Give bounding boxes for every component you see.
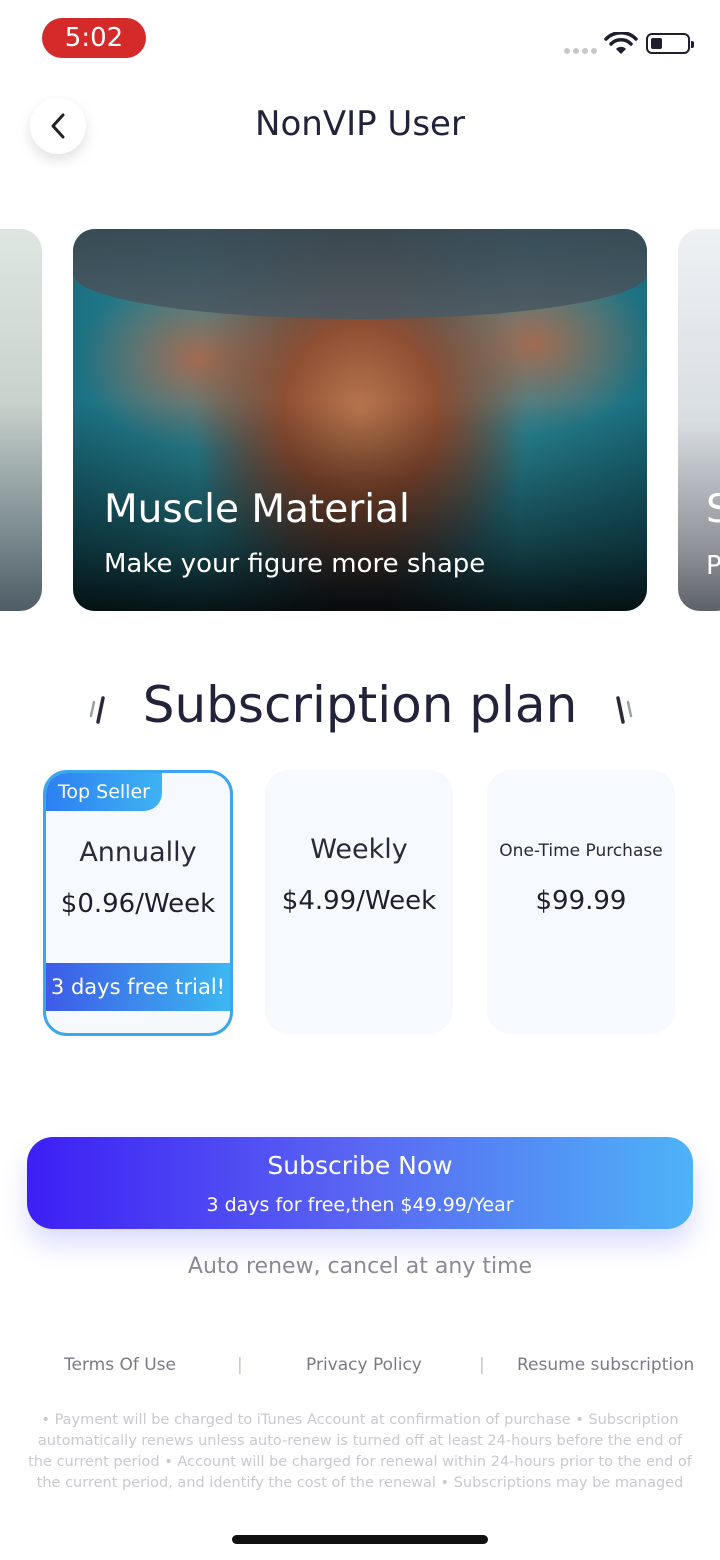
plan-price: $99.99 [535, 886, 627, 916]
plan-price: $4.99/Week [281, 886, 437, 916]
plan-name: Annually [79, 837, 197, 868]
auto-renew-note: Auto renew, cancel at any time [187, 1254, 533, 1279]
card-next-title-fragment: S [706, 487, 720, 532]
free-trial-banner: 3 days free trial! [46, 963, 230, 1011]
terms-of-use-link[interactable]: Terms Of Use [64, 1355, 176, 1375]
status-bar: 5:02 [0, 0, 720, 80]
subscribe-now-sublabel: 3 days for free,then $49.99/Year [206, 1194, 514, 1216]
resume-subscription-link[interactable]: Resume subscription [517, 1355, 694, 1375]
card-title: Muscle Material [104, 487, 410, 532]
subscribe-now-label: Subscribe Now [267, 1151, 453, 1180]
signal-dots-icon [564, 48, 597, 54]
plan-name: Weekly [310, 834, 408, 865]
plan-weekly[interactable]: Weekly $4.99/Week [265, 770, 453, 1034]
status-time: 5:02 [42, 18, 146, 58]
plan-name: One-Time Purchase [499, 841, 663, 861]
subscribe-now-button[interactable]: Subscribe Now 3 days for free,then $49.9… [27, 1137, 693, 1229]
plan-annually[interactable]: Top Seller Annually $0.96/Week 3 days fr… [43, 770, 233, 1036]
card-image-shirt [73, 229, 647, 319]
legal-disclaimer: • Payment will be charged to iTunes Acco… [28, 1412, 692, 1491]
battery-icon [646, 33, 694, 54]
plan-one-time-purchase[interactable]: One-Time Purchase $99.99 [487, 770, 675, 1034]
plan-price: $0.96/Week [60, 889, 216, 919]
carousel-card-muscle[interactable]: Muscle Material Make your figure more sh… [73, 229, 647, 611]
carousel-card-previous[interactable] [0, 229, 42, 611]
card-subtitle: Make your figure more shape [104, 549, 486, 579]
footer-links: Terms Of Use | Privacy Policy | Resume s… [0, 1355, 720, 1381]
link-separator: | [479, 1355, 485, 1375]
privacy-policy-link[interactable]: Privacy Policy [306, 1355, 422, 1375]
top-seller-badge: Top Seller [46, 773, 162, 811]
carousel-card-next[interactable]: S P [678, 229, 720, 611]
card-next-subtitle-fragment: P [706, 551, 720, 581]
page-title: NonVIP User [255, 104, 465, 144]
link-separator: | [237, 1355, 243, 1375]
home-indicator[interactable] [232, 1535, 488, 1544]
wifi-icon [604, 32, 638, 54]
heading-right-slash-icon [616, 696, 633, 724]
